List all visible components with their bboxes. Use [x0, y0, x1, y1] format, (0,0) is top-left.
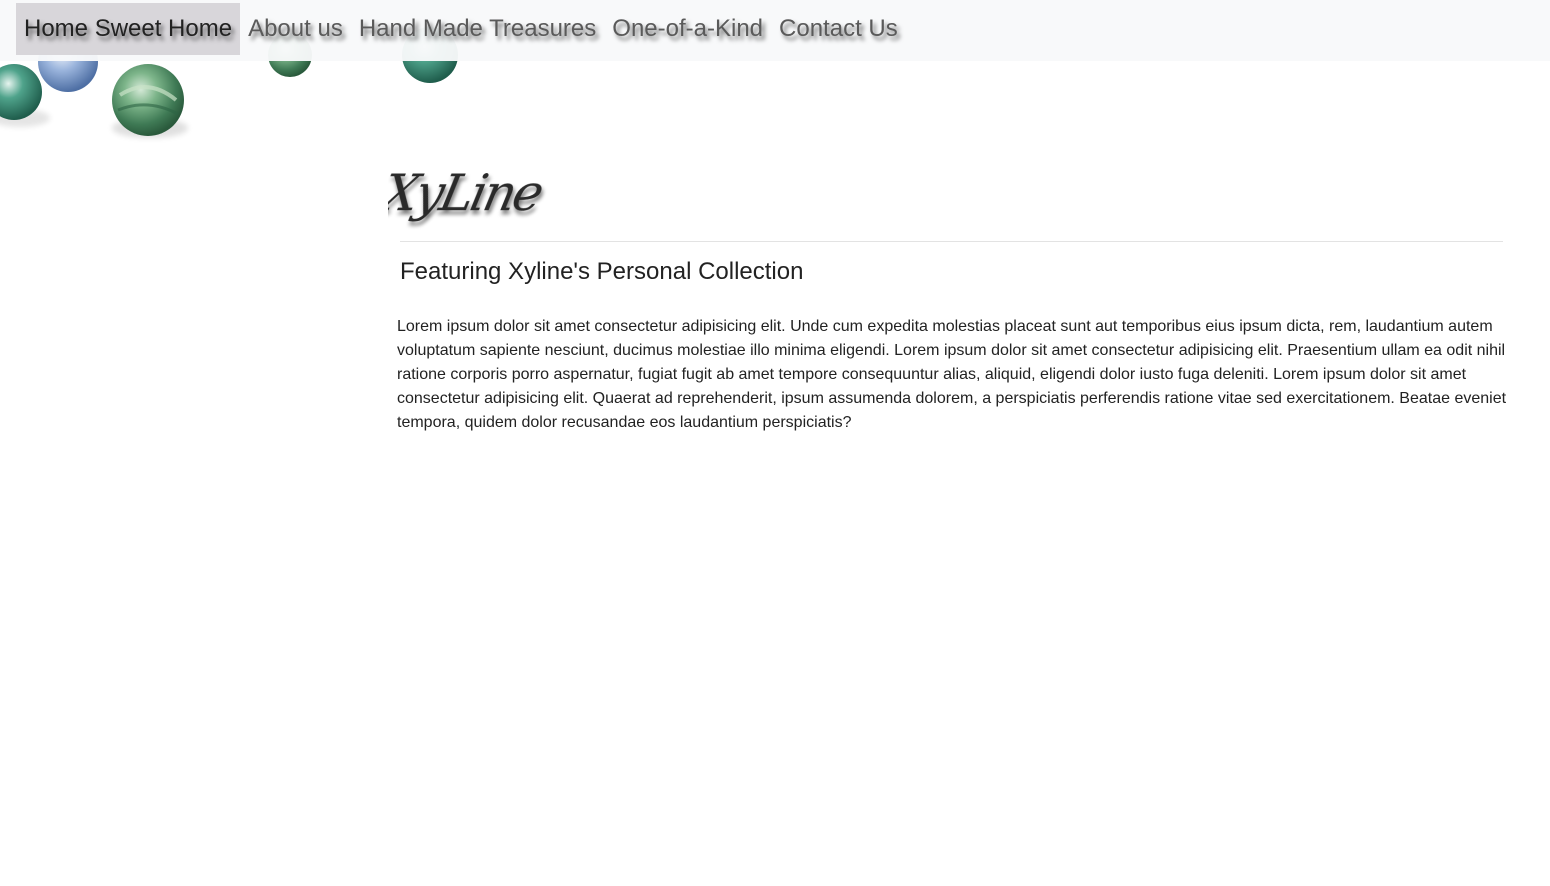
- logo-text: XyLine: [388, 164, 547, 222]
- nav-list: Home Sweet Home About us Hand Made Treas…: [16, 3, 906, 55]
- nav-item-hand-made-treasures[interactable]: Hand Made Treasures: [351, 3, 604, 55]
- page-heading: Featuring Xyline's Personal Collection: [400, 258, 804, 285]
- nav-item-one-of-a-kind[interactable]: One-of-a-Kind: [604, 3, 771, 55]
- intro-paragraph: Lorem ipsum dolor sit amet consectetur a…: [397, 318, 1507, 431]
- nav-item-about[interactable]: About us: [240, 3, 351, 55]
- nav-item-contact[interactable]: Contact Us: [771, 3, 906, 55]
- top-navbar: Home Sweet Home About us Hand Made Treas…: [0, 0, 1550, 61]
- divider: [400, 241, 1503, 242]
- page: Home Sweet Home About us Hand Made Treas…: [0, 0, 1550, 886]
- nav-item-home[interactable]: Home Sweet Home: [16, 3, 241, 55]
- xyline-logo: XyLine: [388, 164, 547, 222]
